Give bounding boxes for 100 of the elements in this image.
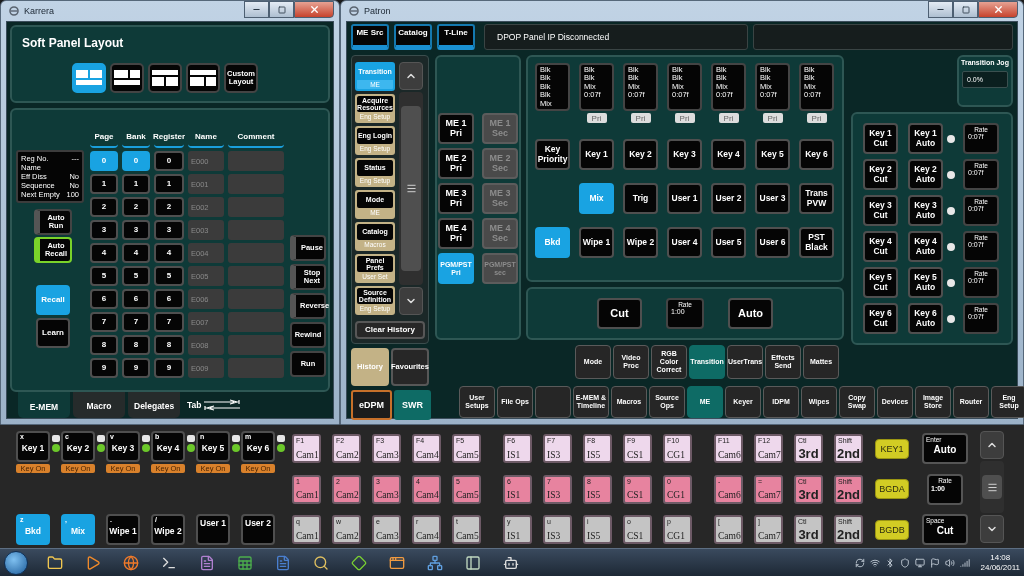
me-function-button[interactable]: User 3	[755, 183, 790, 214]
me-function-button[interactable]: Key 4	[711, 139, 746, 170]
me-function-button[interactable]: User 4	[667, 227, 702, 258]
register-button[interactable]: 3	[154, 220, 184, 240]
maximize-button[interactable]	[953, 1, 978, 18]
register-button[interactable]: 7	[154, 312, 184, 332]
page-button[interactable]: 1	[90, 174, 118, 194]
page-button[interactable]: 7	[90, 312, 118, 332]
folder-icon[interactable]	[47, 554, 63, 571]
transition-key[interactable]: User 1	[196, 514, 230, 545]
me-function-button[interactable]: Trans PVW	[799, 183, 834, 214]
spreadsheet-icon[interactable]	[237, 554, 253, 571]
layout-button[interactable]	[186, 63, 220, 93]
me-button[interactable]: ME 1 Pri	[438, 113, 474, 144]
me-function-button[interactable]: User 2	[711, 183, 746, 214]
minimize-button[interactable]	[244, 1, 269, 18]
layout-button[interactable]	[148, 63, 182, 93]
me-function-button[interactable]: Key 3	[667, 139, 702, 170]
tab[interactable]: E-MEM	[18, 392, 70, 418]
play-icon[interactable]	[85, 554, 101, 571]
scroll-down-button[interactable]	[399, 287, 423, 315]
document-icon[interactable]	[199, 554, 215, 571]
key-auto-button[interactable]: Key 5 Auto	[908, 267, 943, 298]
bluetooth-icon[interactable]	[884, 557, 895, 568]
key-auto-button[interactable]: Key 4 Auto	[908, 231, 943, 262]
register-button[interactable]: 1	[154, 174, 184, 194]
me-function-button[interactable]: Key 6	[799, 139, 834, 170]
network-icon[interactable]	[427, 554, 443, 571]
window-icon[interactable]	[389, 554, 405, 571]
me-function-button[interactable]: Key 1	[579, 139, 614, 170]
register-button[interactable]: 9	[154, 358, 184, 378]
scrollbar-thumb[interactable]	[982, 475, 1002, 499]
key-cut-button[interactable]: Key 5 Cut	[863, 267, 898, 298]
scroll-down-button[interactable]	[980, 515, 1004, 543]
top-tab[interactable]: Catalog	[394, 24, 432, 50]
auto-button[interactable]: Auto	[728, 298, 773, 329]
me-function-button[interactable]: User 6	[755, 227, 790, 258]
close-button[interactable]	[978, 1, 1018, 18]
magnifier-icon[interactable]	[313, 554, 329, 571]
me-function-button[interactable]: User 1	[667, 183, 702, 214]
robot-icon[interactable]	[503, 554, 519, 571]
register-button[interactable]: 6	[154, 289, 184, 309]
me-function-button[interactable]: User 5	[711, 227, 746, 258]
page-button[interactable]: 2	[90, 197, 118, 217]
key-cut-button[interactable]: Key 2 Cut	[863, 159, 898, 190]
bank-button[interactable]: 4	[122, 243, 150, 263]
page-button[interactable]: 8	[90, 335, 118, 355]
me-function-button[interactable]: Key 2	[623, 139, 658, 170]
wifi-icon[interactable]	[869, 557, 880, 568]
me-function-button[interactable]: Key 5	[755, 139, 790, 170]
top-tab[interactable]: ME Src	[351, 24, 389, 50]
me-button[interactable]: ME 3 Pri	[438, 183, 474, 214]
panel-switch-button[interactable]: SWR	[394, 390, 431, 420]
monitor-icon[interactable]	[914, 557, 925, 568]
me-button[interactable]: ME 4 Pri	[438, 218, 474, 249]
top-tab[interactable]: T-Line	[437, 24, 475, 50]
tab[interactable]: Macro	[73, 392, 125, 418]
bank-button[interactable]: 1	[122, 174, 150, 194]
page-button[interactable]: 3	[90, 220, 118, 240]
flag-icon[interactable]	[929, 557, 940, 568]
globe-icon[interactable]	[123, 554, 139, 571]
signal-icon[interactable]	[959, 557, 970, 568]
key-cut-button[interactable]: Key 6 Cut	[863, 303, 898, 334]
start-button[interactable]	[4, 550, 28, 575]
bank-button[interactable]: 6	[122, 289, 150, 309]
me-function-button[interactable]: Trig	[623, 183, 658, 214]
bank-button[interactable]: 8	[122, 335, 150, 355]
learn-button[interactable]: Learn	[36, 318, 70, 348]
key-cut-button[interactable]: Key 3 Cut	[863, 195, 898, 226]
window-icon[interactable]	[465, 554, 481, 571]
shield-icon[interactable]	[899, 557, 910, 568]
key-auto-button[interactable]: Key 6 Auto	[908, 303, 943, 334]
register-button[interactable]: 2	[154, 197, 184, 217]
bank-button[interactable]: 9	[122, 358, 150, 378]
panel-switch-button[interactable]: eDPM	[351, 390, 392, 420]
key-cut-button[interactable]: Key 4 Cut	[863, 231, 898, 262]
document-icon[interactable]	[275, 554, 291, 571]
key-auto-button[interactable]: Key 3 Auto	[908, 195, 943, 226]
layout-button[interactable]	[72, 63, 106, 93]
me-function-button[interactable]: Key Priority	[535, 139, 570, 170]
page-button[interactable]: 6	[90, 289, 118, 309]
page-button[interactable]: 9	[90, 358, 118, 378]
transition-key[interactable]: User 2	[241, 514, 275, 545]
clear-history-button[interactable]: Clear History	[355, 321, 425, 339]
bus-button[interactable]: BGDB	[875, 519, 909, 540]
sync-icon[interactable]	[854, 557, 865, 568]
diamond-icon[interactable]	[351, 554, 367, 571]
register-button[interactable]: 4	[154, 243, 184, 263]
key-auto-button[interactable]: Key 2 Auto	[908, 159, 943, 190]
bank-button[interactable]: 2	[122, 197, 150, 217]
page-button[interactable]: 5	[90, 266, 118, 286]
scrollbar-thumb[interactable]	[401, 106, 421, 271]
tab[interactable]: Delegates	[128, 392, 180, 418]
me-function-button[interactable]: PST Black	[799, 227, 834, 258]
volume-icon[interactable]	[944, 557, 955, 568]
me-function-button[interactable]: Wipe 2	[623, 227, 658, 258]
close-button[interactable]	[294, 1, 334, 18]
scroll-up-button[interactable]	[980, 431, 1004, 459]
bank-button[interactable]: 5	[122, 266, 150, 286]
page-button[interactable]: 4	[90, 243, 118, 263]
